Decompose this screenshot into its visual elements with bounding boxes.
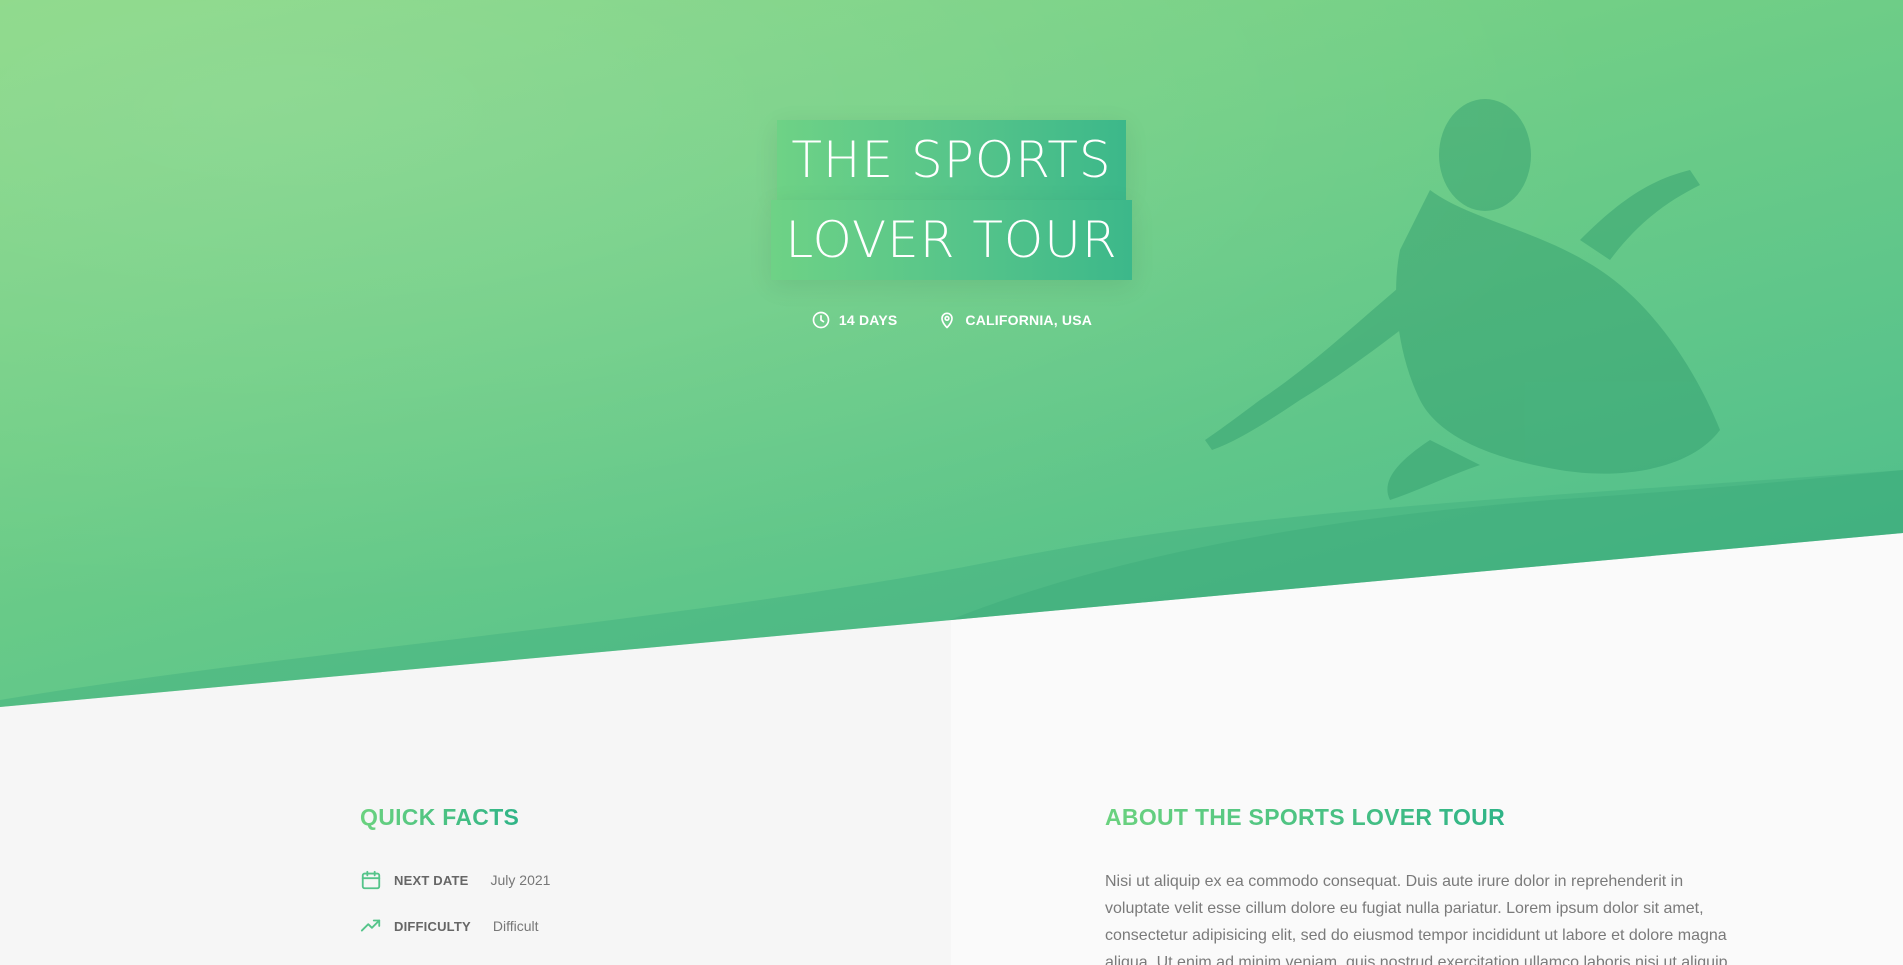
fact-difficulty: DIFFICULTY Difficult <box>360 915 539 937</box>
about-text: Nisi ut aliquip ex ea commodo consequat.… <box>1105 873 1728 965</box>
clock-icon <box>812 311 830 329</box>
duration-meta: 14 DAYS <box>811 310 897 330</box>
fact-next-date: NEXT DATE July 2021 <box>360 869 550 891</box>
fact-value: Difficult <box>492 918 539 934</box>
location-text: CALIFORNIA, USA <box>965 312 1093 328</box>
hero-title: THE SPORTS LOVER TOUR <box>0 120 1903 280</box>
tour-meta: 14 DAYS CALIFORNIA, USA <box>0 310 1903 330</box>
hero-title-line-1: THE SPORTS <box>777 120 1126 200</box>
fact-value: July 2021 <box>490 872 551 888</box>
duration-text: 14 DAYS <box>838 312 898 328</box>
quick-facts-title: QUICK FACTS <box>360 804 520 830</box>
fact-label: DIFFICULTY <box>394 918 471 934</box>
trending-up-icon <box>360 919 381 932</box>
fact-label: NEXT DATE <box>394 872 469 888</box>
location-meta: CALIFORNIA, USA <box>937 310 1092 330</box>
page: THE SPORTS LOVER TOUR 14 DAYS CALIFORNIA… <box>0 0 1903 965</box>
calendar-icon <box>361 870 381 890</box>
map-pin-icon <box>941 312 954 329</box>
hero-title-line-2: LOVER TOUR <box>771 200 1132 280</box>
about-title: ABOUT THE SPORTS LOVER TOUR <box>1105 804 1505 830</box>
